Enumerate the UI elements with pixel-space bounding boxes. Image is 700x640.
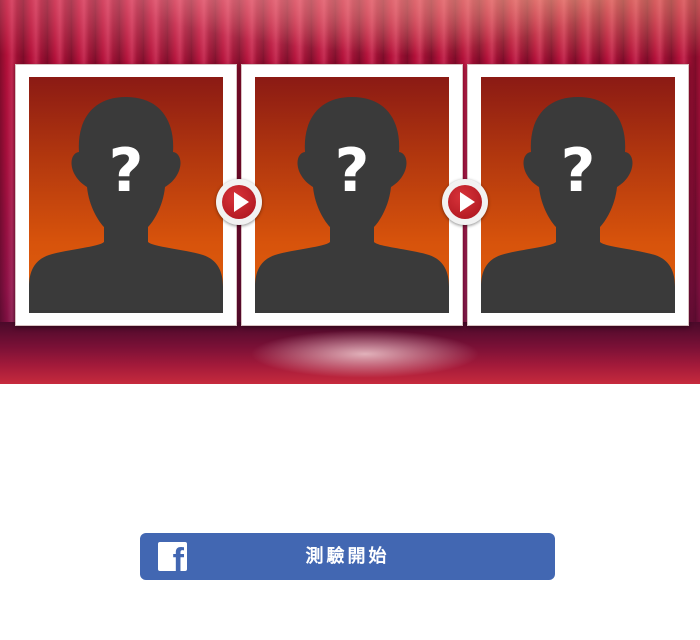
photo-placeholder: ? bbox=[29, 77, 223, 313]
question-mark: ? bbox=[108, 136, 144, 206]
start-quiz-label: 測驗開始 bbox=[305, 546, 390, 567]
next-arrow-2 bbox=[442, 179, 488, 225]
photo-frame-2: ? bbox=[241, 64, 463, 326]
photo-placeholder: ? bbox=[481, 77, 675, 313]
facebook-start-quiz-button[interactable]: f 測驗開始 bbox=[140, 533, 555, 580]
play-arrow-icon bbox=[234, 192, 249, 212]
question-mark: ? bbox=[560, 136, 596, 206]
play-arrow-icon bbox=[460, 192, 475, 212]
photo-frame-1: ? bbox=[15, 64, 237, 326]
question-mark: ? bbox=[334, 136, 370, 206]
floor-spotlight bbox=[250, 330, 480, 378]
stage-banner: ? ? ? bbox=[0, 0, 700, 384]
next-arrow-1 bbox=[216, 179, 262, 225]
photo-placeholder: ? bbox=[255, 77, 449, 313]
photo-frame-3: ? bbox=[467, 64, 689, 326]
